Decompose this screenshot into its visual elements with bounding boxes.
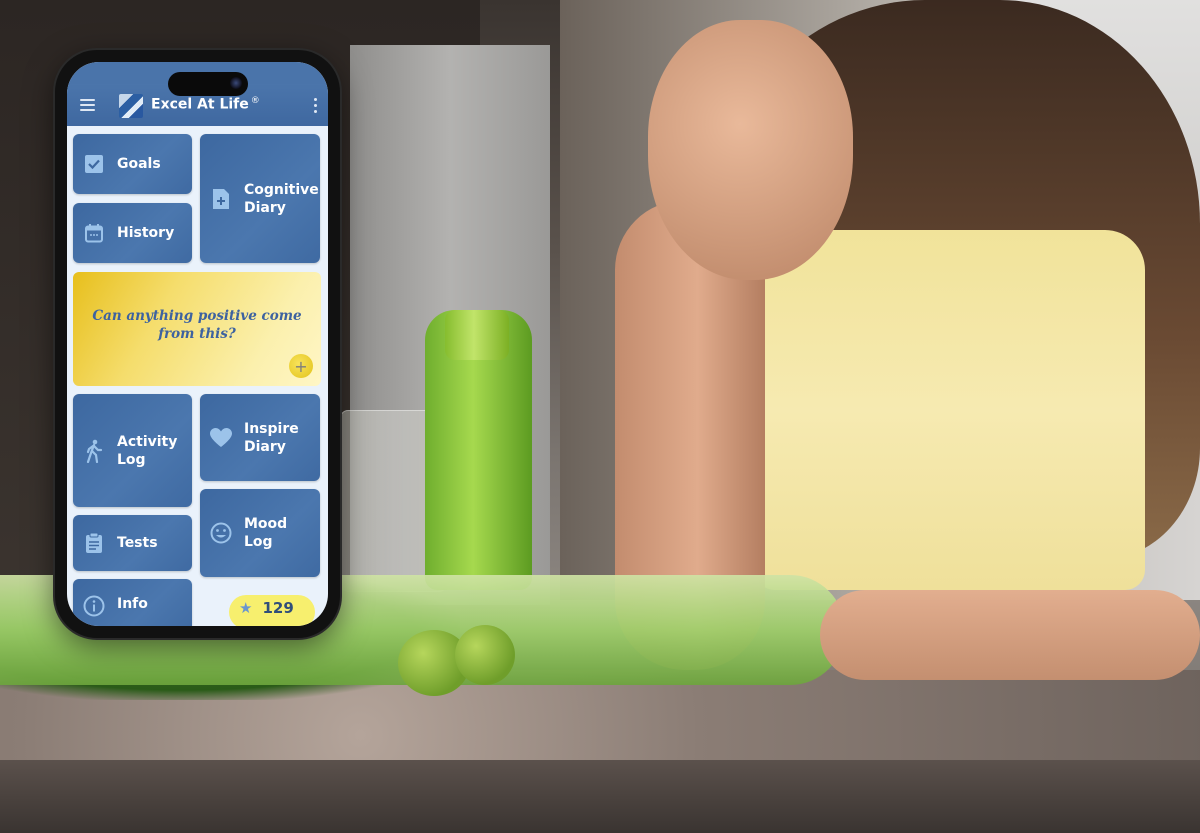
- tile-label: Tests: [117, 535, 158, 551]
- info-icon: [83, 595, 105, 617]
- tile-label: Cognitive Diary: [244, 181, 319, 217]
- quote-text: Can anything positive come from this?: [92, 308, 302, 342]
- photo-bottle-cap: [445, 310, 509, 360]
- plus-icon: +: [294, 356, 308, 376]
- tile-label: History: [117, 225, 175, 241]
- tile-label-line2: Diary: [244, 438, 286, 455]
- add-quote-button[interactable]: +: [289, 354, 313, 378]
- tile-tests[interactable]: Tests: [73, 515, 192, 571]
- clipboard-icon: [83, 532, 105, 554]
- tile-cognitive-diary[interactable]: Cognitive Diary: [200, 134, 320, 263]
- tile-info[interactable]: Info: [73, 579, 192, 626]
- calendar-icon: [83, 222, 105, 244]
- tile-label: Activity Log: [117, 433, 177, 469]
- tile-label: Inspire Diary: [244, 420, 299, 456]
- points-value: 129: [262, 599, 294, 617]
- photo-counter-edge: [0, 760, 1200, 833]
- registered-mark: ®: [250, 96, 260, 106]
- tile-label-line2: Diary: [244, 199, 286, 216]
- camera-icon: [230, 77, 242, 89]
- app-title: Excel At Life ®: [151, 96, 260, 113]
- dynamic-island: [168, 72, 248, 96]
- photo-woman-face: [648, 20, 853, 280]
- app-title-text: Excel At Life: [151, 96, 249, 113]
- walking-person-icon: [83, 439, 105, 463]
- phone-screen: Excel At Life ® Goals History Cognitive Di…: [67, 62, 328, 626]
- photo-lime: [455, 625, 515, 685]
- tile-history[interactable]: History: [73, 203, 192, 263]
- smiley-icon: [210, 522, 232, 544]
- photo-woman-forearm: [820, 590, 1200, 680]
- tile-label-line1: Cognitive: [244, 181, 319, 198]
- document-add-icon: [210, 188, 232, 210]
- hamburger-menu-icon[interactable]: [80, 99, 95, 111]
- photo-woman-yellow-top: [755, 230, 1145, 590]
- quote-card[interactable]: Can anything positive come from this? +: [73, 272, 321, 386]
- tile-activity-log[interactable]: Activity Log: [73, 394, 192, 507]
- tile-inspire-diary[interactable]: Inspire Diary: [200, 394, 320, 481]
- star-icon: ★: [239, 599, 253, 617]
- more-vertical-icon[interactable]: [314, 98, 318, 116]
- tile-label-line2: Log: [117, 451, 146, 468]
- tile-label: Mood Log: [244, 516, 288, 550]
- checkbox-icon: [83, 153, 105, 175]
- tile-label-line1: Inspire: [244, 420, 299, 437]
- heart-icon: [210, 427, 232, 449]
- tile-label: Info: [117, 596, 148, 612]
- app-logo: [119, 94, 143, 118]
- points-badge[interactable]: ★ 129: [229, 595, 315, 626]
- tile-label: Goals: [117, 156, 161, 172]
- tile-goals[interactable]: Goals: [73, 134, 192, 194]
- tile-mood-log[interactable]: Mood Log: [200, 489, 320, 577]
- tile-label-line1: Activity: [117, 433, 178, 450]
- phone-device: Excel At Life ® Goals History Cognitive Di…: [55, 50, 340, 638]
